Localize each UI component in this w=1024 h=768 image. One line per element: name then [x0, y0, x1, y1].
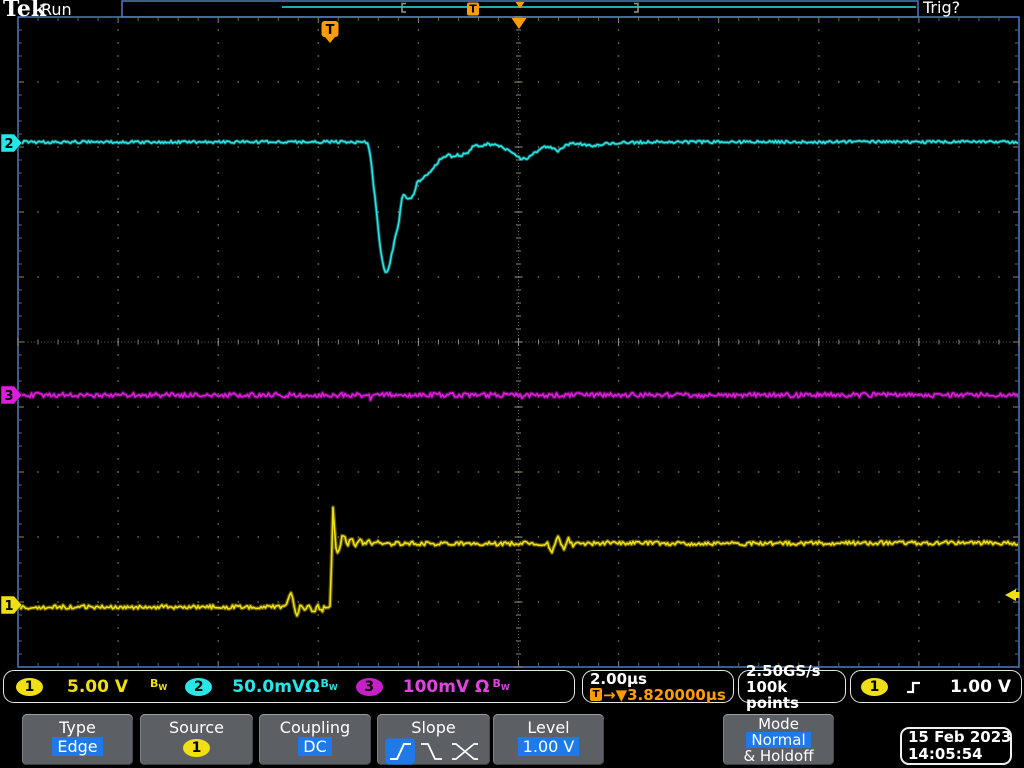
trigger-position-marker[interactable]: T: [321, 21, 339, 43]
ch3-bw-limit-icon: BW: [492, 677, 510, 693]
menu-level-button[interactable]: Level 1.00 V: [493, 714, 604, 765]
menu-slope-title: Slope: [411, 718, 456, 737]
ch1-position-marker[interactable]: 1: [0, 595, 23, 615]
svg-text:3: 3: [4, 389, 13, 404]
ch2-scale-readout: 50.0mVΩ: [232, 676, 320, 697]
menu-mode-button[interactable]: Mode Normal & Holdoff: [723, 714, 834, 765]
svg-text:T: T: [326, 23, 335, 38]
svg-text:1: 1: [4, 599, 13, 614]
menu-mode-value: Normal: [746, 732, 811, 748]
menu-mode-value2: & Holdoff: [743, 747, 814, 765]
menu-type-value: Edge: [52, 737, 103, 756]
trigger-level-readout: 1.00 V: [949, 676, 1011, 697]
acq-status-text: Run: [41, 0, 72, 19]
menu-coupling-button[interactable]: Coupling DC: [259, 714, 371, 765]
expansion-point-marker: [511, 18, 527, 29]
horizontal-readout-box: 2.00µs T →▼ 3.820000µs: [582, 670, 734, 703]
sample-rate-readout: 2.50GS/s: [746, 661, 821, 680]
graticule: [17, 16, 1020, 668]
menu-source-title: Source: [169, 718, 224, 737]
trigger-t-icon: T: [590, 688, 602, 701]
tek-logo: Tek: [3, 0, 47, 22]
menu-source-badge: 1: [183, 739, 210, 757]
channel-readouts-box: 1 5.00 V BW 2 50.0mVΩ BW 3 100mV Ω BW: [3, 670, 575, 703]
slope-falling-icon[interactable]: [420, 743, 442, 760]
date-text: 15 Feb 2023: [908, 728, 1012, 746]
time-text: 14:05:54: [908, 745, 983, 763]
ch1-badge: 1: [16, 677, 43, 696]
menu-type-button[interactable]: Type Edge: [22, 714, 133, 765]
acquisition-preview-bar: T: [121, 0, 919, 18]
svg-text:T: T: [469, 3, 477, 16]
trigger-source-badge: 1: [861, 677, 888, 696]
scope-display: T 2 3 1 T: [0, 0, 1020, 668]
menu-mode-title: Mode: [758, 715, 799, 733]
menu-slope-button[interactable]: Slope: [377, 714, 490, 765]
menu-level-value: 1.00 V: [517, 737, 580, 756]
svg-text:2: 2: [4, 137, 13, 152]
ch1-scale-readout: 5.00 V: [67, 676, 129, 697]
menu-source-button[interactable]: Source 1: [140, 714, 253, 765]
ch2-bw-limit-icon: BW: [320, 677, 338, 693]
slope-either-icon[interactable]: [451, 743, 478, 760]
timebase-readout: 2.00µs: [590, 669, 647, 688]
menu-coupling-value: DC: [298, 737, 332, 756]
acquisition-readout-box: 2.50GS/s 100k points: [738, 663, 846, 711]
menu-coupling-title: Coupling: [279, 718, 351, 737]
slope-options-icons: [384, 738, 478, 765]
trig-status-text: Trig?: [923, 0, 961, 17]
menu-level-title: Level: [527, 718, 570, 737]
record-length-readout: 100k points: [746, 677, 799, 712]
ch3-position-marker[interactable]: 3: [0, 385, 23, 405]
trigger-level-arrow[interactable]: [1005, 589, 1020, 601]
trigger-readout-box: 1 1.00 V: [850, 670, 1022, 703]
ch2-position-marker[interactable]: 2: [0, 133, 23, 153]
datetime-display: 15 Feb 2023 14:05:54: [900, 727, 1012, 765]
ch2-badge: 2: [185, 677, 213, 696]
ch1-bw-limit-icon: BW: [150, 677, 168, 693]
trigger-slope-icon: [907, 681, 920, 693]
ch3-waveform: [19, 390, 1018, 403]
menu-type-title: Type: [59, 718, 96, 737]
ch3-scale-readout: 100mV Ω: [402, 676, 490, 697]
trigger-delay-readout: T →▼ 3.820000µs: [590, 687, 726, 703]
ch3-badge: 3: [355, 677, 383, 696]
